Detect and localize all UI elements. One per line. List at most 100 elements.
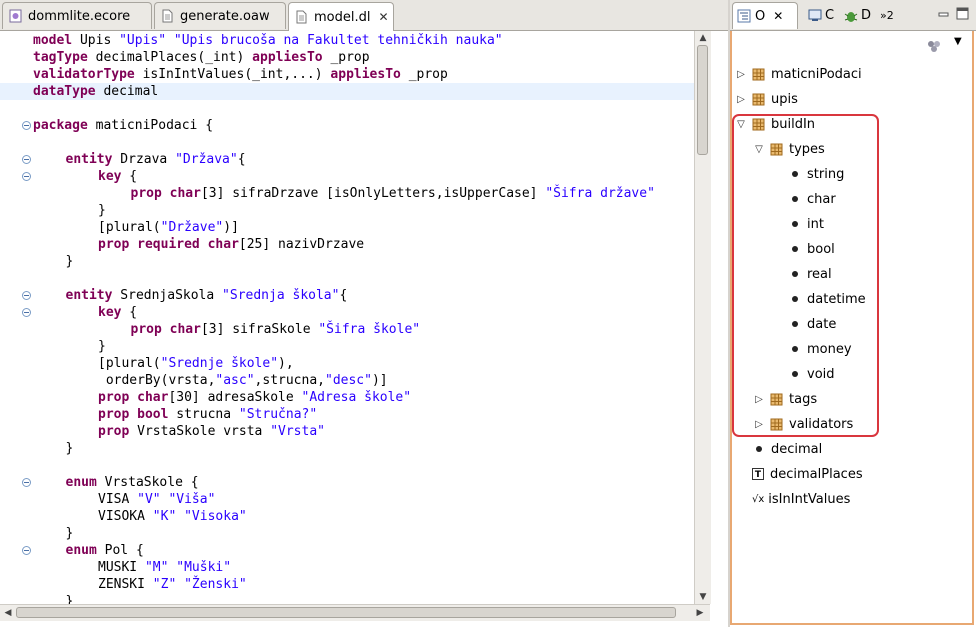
code-line[interactable]: key { <box>0 168 694 185</box>
code-line[interactable]: [plural("Države")] <box>0 219 694 236</box>
tree-item-int[interactable]: int <box>772 213 824 235</box>
tree-item-date[interactable]: date <box>772 313 836 335</box>
close-icon[interactable]: ✕ <box>773 9 783 23</box>
code-line[interactable]: ZENSKI "Z" "Ženski" <box>0 576 694 593</box>
fold-toggle-icon[interactable] <box>22 546 31 555</box>
tab-model-dl[interactable]: model.dl ✕ <box>288 2 394 31</box>
string-token: "Visoka" <box>184 509 247 524</box>
code-text: enum Pol { <box>66 542 144 559</box>
sort-icon[interactable] <box>926 39 942 53</box>
keyword-token: bool <box>137 407 169 422</box>
maximize-icon[interactable] <box>956 7 969 20</box>
close-icon[interactable]: ✕ <box>378 10 388 24</box>
tab-debug[interactable]: D <box>844 2 878 29</box>
code-editor[interactable]: model Upis "Upis" "Upis brucoša na Fakul… <box>0 31 694 604</box>
code-line[interactable]: prop required char[25] nazivDrzave <box>0 236 694 253</box>
tree-item-maticnipodaci[interactable]: ▷ maticniPodaci <box>736 63 862 85</box>
horizontal-scrollbar[interactable]: ◀ ▶ <box>0 604 710 621</box>
vertical-scrollbar[interactable]: ▲ ▼ <box>694 31 711 604</box>
tab-overflow[interactable]: »2 <box>880 2 906 29</box>
code-line[interactable]: VISOKA "K" "Visoka" <box>0 508 694 525</box>
fold-toggle-icon[interactable] <box>22 121 31 130</box>
code-line[interactable] <box>0 270 694 287</box>
tab-console[interactable]: C <box>808 2 840 29</box>
code-line[interactable]: key { <box>0 304 694 321</box>
tree-item-validators[interactable]: ▷ validators <box>754 413 853 435</box>
outline-pane: O ✕ C D »2 ▼ ▷ maticniPodaci ▷ upis ▽ buildIn… <box>730 0 976 627</box>
code-line[interactable]: prop char[3] sifraSkole "Šifra škole" <box>0 321 694 338</box>
tree-item-types[interactable]: ▽ types <box>754 138 825 160</box>
code-line[interactable]: } <box>0 202 694 219</box>
code-line[interactable]: model Upis "Upis" "Upis brucoša na Fakul… <box>0 32 694 49</box>
scroll-up-arrow-icon[interactable]: ▲ <box>695 31 711 45</box>
minimize-icon[interactable] <box>938 9 949 20</box>
code-line[interactable]: VISA "V" "Viša" <box>0 491 694 508</box>
code-line[interactable]: [plural("Srednje škole"), <box>0 355 694 372</box>
tree-item-upis[interactable]: ▷ upis <box>736 88 798 110</box>
code-line[interactable]: enum VrstaSkole { <box>0 474 694 491</box>
tree-item-buildin[interactable]: ▽ buildIn <box>736 113 815 135</box>
collapsed-arrow-icon[interactable]: ▷ <box>754 419 764 430</box>
scroll-left-arrow-icon[interactable]: ◀ <box>0 606 16 620</box>
code-line[interactable]: } <box>0 338 694 355</box>
code-line[interactable]: entity SrednjaSkola "Srednja škola"{ <box>0 287 694 304</box>
scroll-thumb[interactable] <box>16 607 676 618</box>
view-menu-icon[interactable]: ▼ <box>954 36 962 47</box>
code-line[interactable]: tagType decimalPlaces(_int) appliesTo _p… <box>0 49 694 66</box>
code-line[interactable]: } <box>0 253 694 270</box>
code-text: validatorType isInIntValues(_int,...) ap… <box>33 66 448 83</box>
scroll-thumb[interactable] <box>697 45 708 155</box>
code-line[interactable]: } <box>0 593 694 604</box>
tab-outline[interactable]: O ✕ <box>732 2 798 29</box>
collapsed-arrow-icon[interactable]: ▷ <box>736 69 746 80</box>
code-line[interactable]: enum Pol { <box>0 542 694 559</box>
code-text: } <box>66 440 74 457</box>
tree-item-char[interactable]: char <box>772 188 836 210</box>
code-text: prop VrstaSkole vrsta "Vrsta" <box>98 423 325 440</box>
code-line[interactable]: prop bool strucna "Stručna?" <box>0 406 694 423</box>
code-line[interactable]: } <box>0 525 694 542</box>
code-line[interactable]: prop VrstaSkole vrsta "Vrsta" <box>0 423 694 440</box>
code-line[interactable] <box>0 457 694 474</box>
fold-toggle-icon[interactable] <box>22 308 31 317</box>
tree-item-void[interactable]: void <box>772 363 835 385</box>
tree-item-string[interactable]: string <box>772 163 844 185</box>
tree-item-real[interactable]: real <box>772 263 832 285</box>
collapsed-arrow-icon[interactable]: ▷ <box>736 94 746 105</box>
tree-item-money[interactable]: money <box>772 338 852 360</box>
tree-item-decimal[interactable]: decimal <box>736 438 822 460</box>
code-line[interactable]: validatorType isInIntValues(_int,...) ap… <box>0 66 694 83</box>
code-line[interactable] <box>0 134 694 151</box>
scroll-down-arrow-icon[interactable]: ▼ <box>695 590 711 604</box>
fold-toggle-icon[interactable] <box>22 155 31 164</box>
tree-item-datetime[interactable]: datetime <box>772 288 866 310</box>
code-text: prop char[30] adresaSkole "Adresa škole" <box>98 389 411 406</box>
tab-generate-oaw[interactable]: generate.oaw <box>154 2 286 29</box>
tree-item-label: isInIntValues <box>768 491 851 507</box>
tree-item-decimalplaces[interactable]: TdecimalPlaces <box>736 463 863 485</box>
code-line[interactable]: package maticniPodaci { <box>0 117 694 134</box>
tab-label: dommlite.ecore <box>28 8 131 24</box>
expanded-arrow-icon[interactable]: ▽ <box>736 119 746 130</box>
expanded-arrow-icon[interactable]: ▽ <box>754 144 764 155</box>
tab-label: D <box>861 8 872 23</box>
tree-item-tags[interactable]: ▷ tags <box>754 388 817 410</box>
code-line[interactable]: prop char[3] sifraDrzave [isOnlyLetters,… <box>0 185 694 202</box>
code-line[interactable]: dataType decimal <box>0 83 694 100</box>
code-token: )] <box>371 373 388 388</box>
code-line[interactable] <box>0 100 694 117</box>
code-text: } <box>66 593 74 604</box>
tree-item-isinintvalues[interactable]: √x isInIntValues <box>736 488 850 510</box>
code-line[interactable]: prop char[30] adresaSkole "Adresa škole" <box>0 389 694 406</box>
code-line[interactable]: orderBy(vrsta,"asc",strucna,"desc")] <box>0 372 694 389</box>
code-line[interactable]: } <box>0 440 694 457</box>
tree-item-bool[interactable]: bool <box>772 238 835 260</box>
fold-toggle-icon[interactable] <box>22 172 31 181</box>
collapsed-arrow-icon[interactable]: ▷ <box>754 394 764 405</box>
fold-toggle-icon[interactable] <box>22 478 31 487</box>
tab-dommlite-ecore[interactable]: dommlite.ecore <box>2 2 152 29</box>
scroll-right-arrow-icon[interactable]: ▶ <box>692 606 708 620</box>
fold-toggle-icon[interactable] <box>22 291 31 300</box>
code-line[interactable]: entity Drzava "Država"{ <box>0 151 694 168</box>
code-line[interactable]: MUSKI "M" "Muški" <box>0 559 694 576</box>
